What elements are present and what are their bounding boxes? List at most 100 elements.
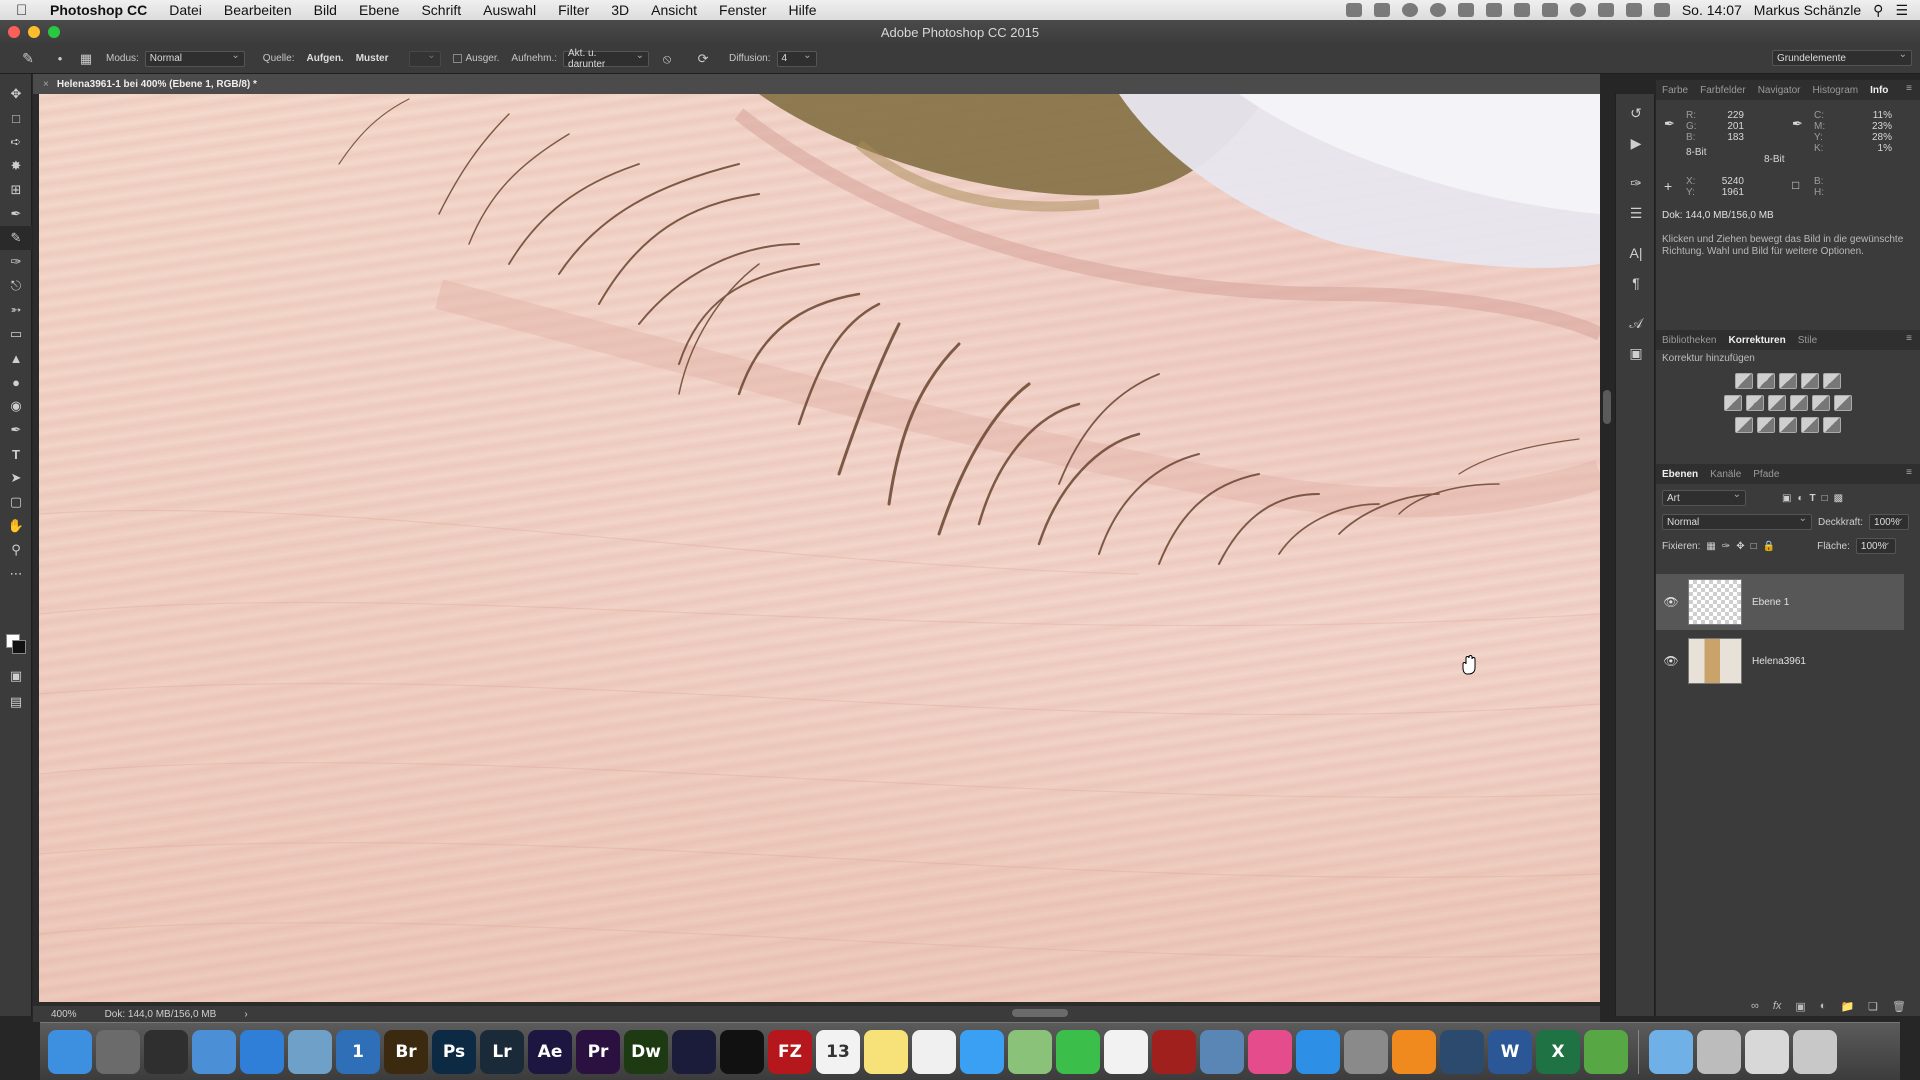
tab-histogram[interactable]: Histogram	[1813, 85, 1859, 96]
photo-booth-icon[interactable]	[1152, 1029, 1196, 1074]
spotlight-icon[interactable]: ⚲	[1873, 2, 1883, 19]
window-icon[interactable]	[1485, 3, 1502, 17]
move-tool-icon[interactable]: ✥	[0, 82, 32, 106]
cloud-icon[interactable]	[1373, 3, 1390, 17]
rectangle-tool-icon[interactable]: ▢	[0, 490, 32, 514]
wifi-icon[interactable]	[1625, 3, 1642, 17]
aufnehmen-select[interactable]: Akt. u. darunter	[563, 48, 650, 70]
posterize-icon[interactable]	[1757, 417, 1775, 433]
blur-tool-icon[interactable]: ●	[0, 370, 32, 394]
layer-name[interactable]: Helena3961	[1752, 656, 1806, 667]
maximize-window-button[interactable]	[48, 26, 60, 38]
clone-stamp-tool-icon[interactable]: ⎋	[0, 274, 32, 298]
1password-icon[interactable]: 1	[336, 1029, 380, 1074]
new-layer-icon[interactable]: ❏	[1868, 1000, 1878, 1013]
modus-select[interactable]: Normal	[144, 50, 245, 67]
quick-mask-icon[interactable]: ▣	[0, 664, 32, 688]
menu-datei[interactable]: Datei	[169, 2, 202, 18]
panel-menu-icon[interactable]: ≡	[1906, 333, 1912, 344]
channel-mixer-icon[interactable]	[1812, 395, 1830, 411]
lock-transparent-icon[interactable]: ▦	[1706, 541, 1715, 552]
panel-menu-icon[interactable]: ≡	[1906, 467, 1912, 478]
lasso-tool-icon[interactable]: ➪	[0, 130, 32, 154]
curves-icon[interactable]	[1779, 373, 1797, 389]
diffusion-select[interactable]: 4	[776, 50, 817, 67]
finder-icon[interactable]	[48, 1029, 92, 1074]
excel-icon[interactable]: X	[1536, 1029, 1580, 1074]
app-menu[interactable]: Photoshop CC	[50, 2, 147, 18]
color-lookup-icon[interactable]	[1834, 395, 1852, 411]
lightroom-icon[interactable]: Lr	[480, 1029, 524, 1074]
menu-fenster[interactable]: Fenster	[719, 2, 766, 18]
brush-tool-icon[interactable]: ✑	[0, 250, 32, 274]
tool-preset-picker-icon[interactable]: ✎	[14, 49, 42, 69]
bridge-icon[interactable]: Br	[384, 1029, 428, 1074]
levels-icon[interactable]	[1757, 373, 1775, 389]
brushes-folder-icon[interactable]	[1697, 1029, 1741, 1074]
media-encoder-icon[interactable]	[672, 1029, 716, 1074]
image-capture-icon[interactable]	[1200, 1029, 1244, 1074]
tab-korrekturen[interactable]: Korrekturen	[1728, 335, 1785, 346]
threshold-icon[interactable]	[1779, 417, 1797, 433]
zoom-level[interactable]: 400%	[51, 1009, 77, 1020]
horizontal-scrollbar[interactable]	[1012, 1009, 1068, 1017]
photo-closeup-eye[interactable]	[39, 94, 1600, 1002]
dreamweaver-icon[interactable]: Dw	[624, 1029, 668, 1074]
applications-folder-icon[interactable]	[1649, 1029, 1693, 1074]
menu-hilfe[interactable]: Hilfe	[789, 2, 817, 18]
quelle-muster-button[interactable]: Muster	[350, 50, 395, 68]
brush-panel-icon[interactable]: ✑	[1616, 168, 1656, 198]
color-balance-icon[interactable]	[1746, 395, 1764, 411]
layer-name[interactable]: Ebene 1	[1752, 597, 1789, 608]
menu-3d[interactable]: 3D	[611, 2, 629, 18]
brightness-contrast-icon[interactable]	[1735, 373, 1753, 389]
tab-navigator[interactable]: Navigator	[1758, 85, 1801, 96]
photos-icon[interactable]	[1104, 1029, 1148, 1074]
record-icon[interactable]	[1401, 3, 1418, 17]
menu-filter[interactable]: Filter	[558, 2, 589, 18]
character-panel-icon[interactable]: A|	[1616, 238, 1656, 268]
clone-source-panel-icon[interactable]: ▣	[1616, 338, 1656, 368]
tab-ebenen[interactable]: Ebenen	[1662, 469, 1698, 480]
invert-icon[interactable]	[1735, 417, 1753, 433]
path-selection-tool-icon[interactable]: ➤	[0, 466, 32, 490]
menu-schrift[interactable]: Schrift	[421, 2, 461, 18]
ausgerichtet-checkbox[interactable]	[452, 54, 462, 63]
actions-panel-icon[interactable]: ▶	[1616, 128, 1656, 158]
more-tools-icon[interactable]: ⋯	[0, 562, 32, 586]
bluetooth-icon[interactable]	[1597, 3, 1614, 17]
dodge-tool-icon[interactable]: ◉	[0, 394, 32, 418]
menu-bearbeiten[interactable]: Bearbeiten	[224, 2, 292, 18]
lock-artboard-icon[interactable]: □	[1751, 541, 1757, 552]
pressure-icon[interactable]: ⟳	[695, 51, 711, 67]
type-tool-icon[interactable]: T	[0, 442, 32, 466]
creative-cloud-icon[interactable]	[1429, 3, 1446, 17]
new-group-icon[interactable]: 📁	[1840, 1000, 1854, 1013]
add-mask-icon[interactable]: ▣	[1795, 1000, 1805, 1013]
menu-auswahl[interactable]: Auswahl	[483, 2, 536, 18]
vertical-scrollbar[interactable]	[1603, 390, 1611, 424]
evernote-icon[interactable]	[1584, 1029, 1628, 1074]
itunes-icon[interactable]	[1248, 1029, 1292, 1074]
document-size[interactable]: Dok: 144,0 MB/156,0 MB	[105, 1009, 217, 1020]
gradient-map-icon[interactable]	[1823, 417, 1841, 433]
dropbox-icon[interactable]	[1345, 3, 1362, 17]
tab-pfade[interactable]: Pfade	[1753, 469, 1779, 480]
properties-panel-icon[interactable]: ☰	[1616, 198, 1656, 228]
canvas-area[interactable]	[33, 94, 1600, 1006]
marquee-tool-icon[interactable]: □	[0, 106, 32, 130]
close-window-button[interactable]	[8, 26, 20, 38]
quelle-aufgen-button[interactable]: Aufgen.	[300, 50, 349, 68]
paragraph-panel-icon[interactable]: ¶	[1616, 268, 1656, 298]
delete-layer-icon[interactable]: 🗑	[1892, 1000, 1906, 1013]
quick-selection-tool-icon[interactable]: ✸	[0, 154, 32, 178]
airplay-icon[interactable]	[1541, 3, 1558, 17]
layer-row[interactable]: 👁 Ebene 1	[1656, 574, 1904, 630]
filter-type-layers-icon[interactable]: T	[1810, 493, 1816, 504]
link-layers-icon[interactable]: ∞	[1751, 1000, 1759, 1012]
paint-bucket-tool-icon[interactable]: ▲	[0, 346, 32, 370]
lock-all-icon[interactable]: 🔒	[1763, 541, 1775, 552]
facetime-icon[interactable]	[1056, 1029, 1100, 1074]
screen-mode-icon[interactable]: ▤	[0, 690, 32, 714]
user-name[interactable]: Markus Schänzle	[1754, 2, 1861, 18]
